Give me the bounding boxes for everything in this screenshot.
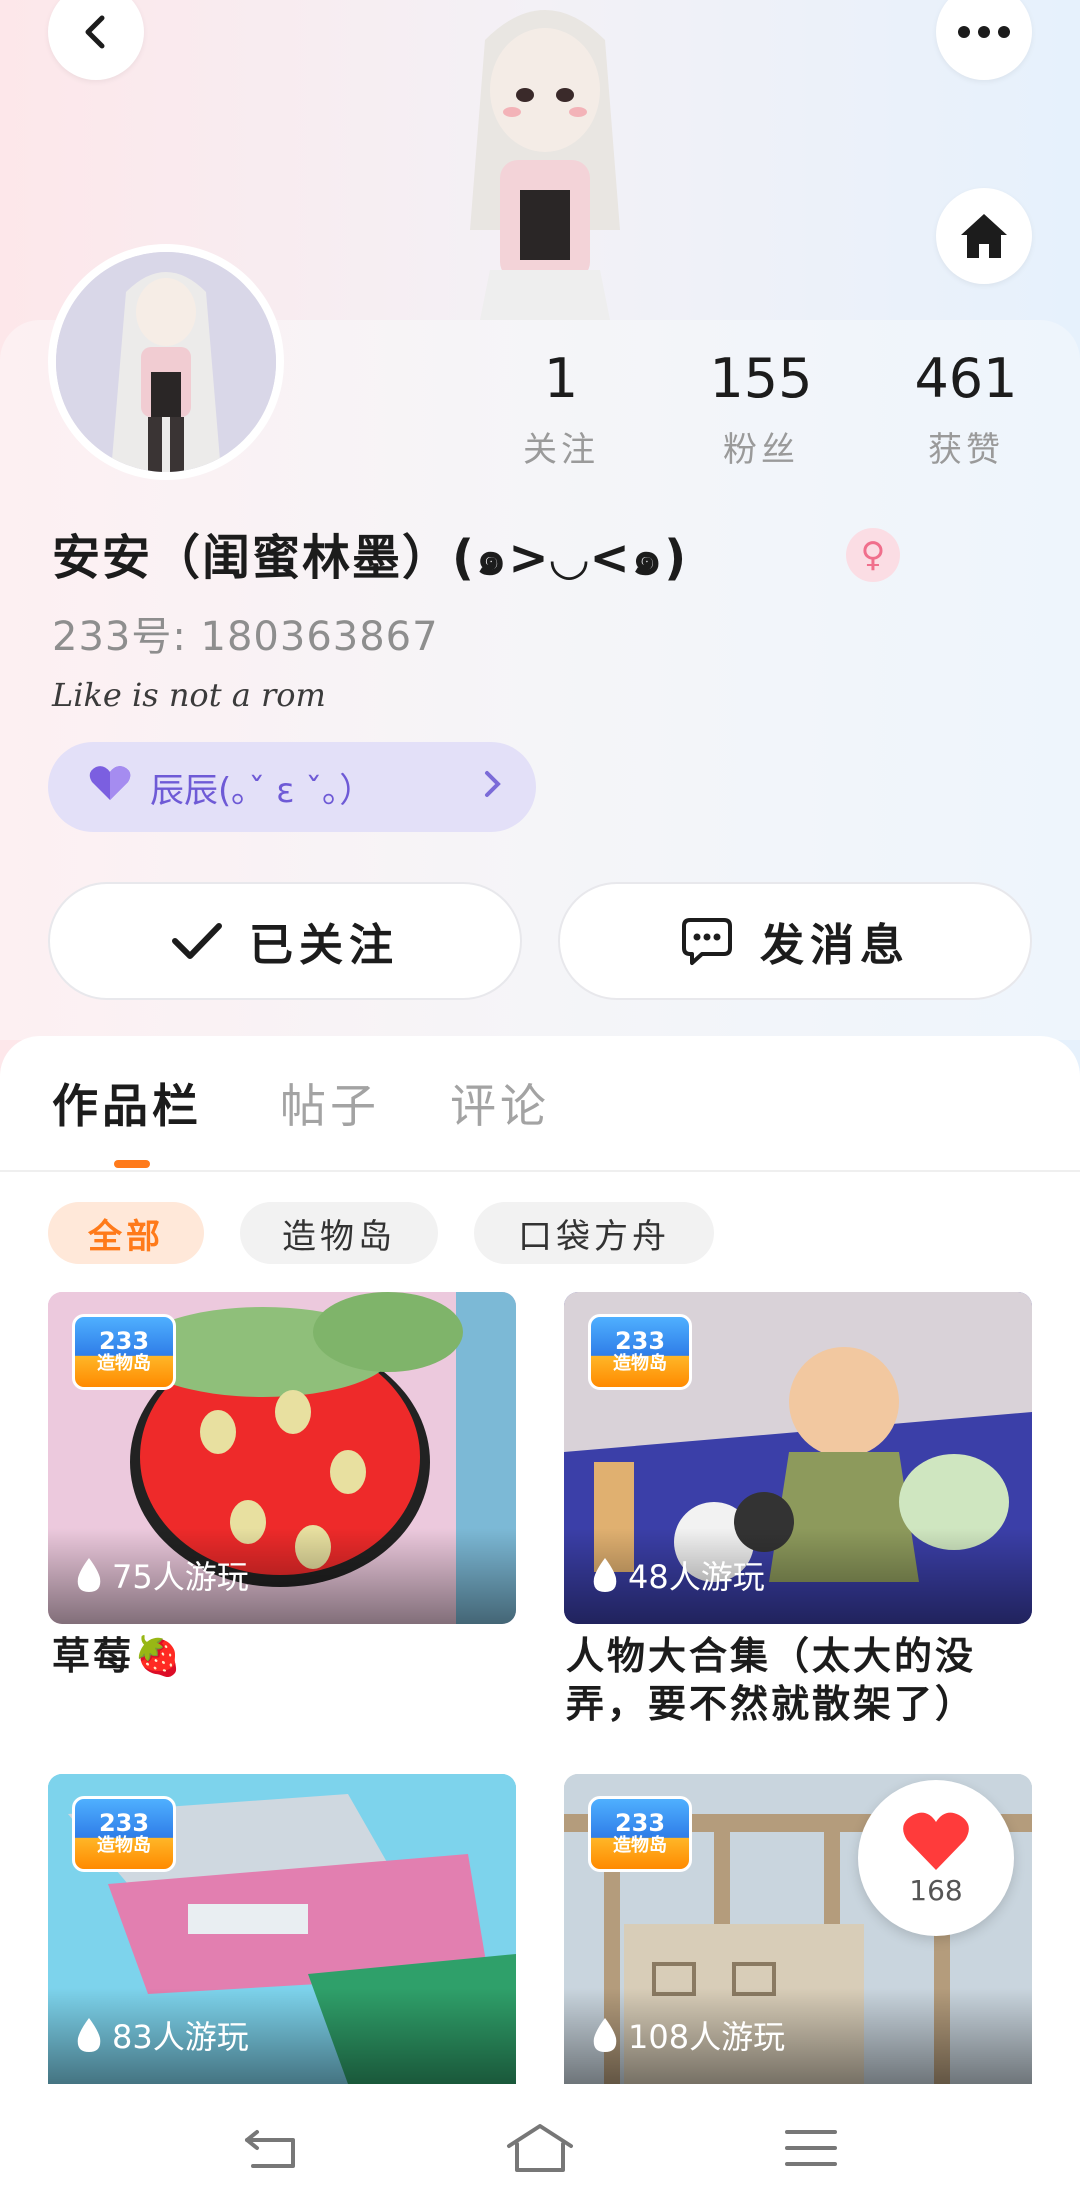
work-title[interactable]: 人物大合集（太大的没弄，要不然就散架了） xyxy=(566,1632,1036,1728)
gender-female-icon: ♀ xyxy=(846,528,900,582)
chevron-right-icon xyxy=(484,767,502,807)
filter-chip-all[interactable]: 全部 xyxy=(48,1202,204,1264)
avatar-image xyxy=(56,252,276,472)
user-id: 233号: 180363867 xyxy=(52,614,439,660)
send-message-button[interactable]: 发消息 xyxy=(558,882,1032,1000)
work-card[interactable]: 233 造物岛 75人游玩 xyxy=(48,1292,516,1624)
check-icon xyxy=(171,921,223,961)
233-island-logo: 233 造物岛 xyxy=(72,1314,176,1390)
signature: Like is not a rom xyxy=(52,676,326,714)
stat-fans[interactable]: 155 粉丝 xyxy=(681,352,841,471)
work-card[interactable]: 233 造物岛 83人游玩 xyxy=(48,1774,516,2084)
send-message-label: 发消息 xyxy=(760,920,910,971)
more-dots-icon xyxy=(958,26,1010,38)
tab-active-indicator xyxy=(114,1160,150,1168)
back-arrow-icon xyxy=(245,2130,295,2168)
heart-icon xyxy=(903,1812,969,1870)
flame-icon xyxy=(74,1556,104,1594)
home-icon xyxy=(961,214,1007,258)
cp-relation-pill[interactable]: 辰辰(｡ˇ ε ˇ｡） xyxy=(48,742,536,832)
233-island-logo: 233 造物岛 xyxy=(588,1314,692,1390)
work-card[interactable]: 233 造物岛 48人游玩 xyxy=(564,1292,1032,1624)
system-menu-button[interactable] xyxy=(776,2118,846,2178)
likes-count: 461 xyxy=(914,347,1018,410)
home-button[interactable] xyxy=(936,188,1032,284)
like-count: 168 xyxy=(909,1873,963,1907)
fans-count: 155 xyxy=(709,347,813,410)
chevron-left-icon xyxy=(85,15,105,49)
likes-label: 获赞 xyxy=(928,430,1004,470)
filter-chip-island[interactable]: 造物岛 xyxy=(240,1202,438,1264)
play-count: 83人游玩 xyxy=(74,2012,249,2058)
chat-bubble-icon xyxy=(680,916,734,966)
avatar[interactable] xyxy=(48,244,284,480)
following-label: 关注 xyxy=(523,430,599,470)
tab-posts[interactable]: 帖子 xyxy=(280,1070,380,1136)
system-back-button[interactable] xyxy=(236,2118,306,2178)
work-title[interactable]: 草莓🍓 xyxy=(52,1632,512,1680)
tab-divider xyxy=(0,1170,1080,1172)
stat-following[interactable]: 1 关注 xyxy=(481,352,641,471)
home-outline-icon xyxy=(507,2124,573,2172)
stat-likes[interactable]: 461 获赞 xyxy=(886,352,1046,471)
nickname: 安安（闺蜜林墨）(๑>◡<๑) xyxy=(52,530,689,586)
fans-label: 粉丝 xyxy=(723,430,799,470)
followed-label: 已关注 xyxy=(249,920,399,971)
233-island-logo: 233 造物岛 xyxy=(588,1796,692,1872)
flame-icon xyxy=(590,1556,620,1594)
heart-icon xyxy=(88,764,132,811)
flame-icon xyxy=(74,2016,104,2054)
play-count: 75人游玩 xyxy=(74,1552,249,1598)
more-options-button[interactable] xyxy=(936,0,1032,80)
play-count: 48人游玩 xyxy=(590,1552,765,1598)
tab-works[interactable]: 作品栏 xyxy=(52,1070,202,1136)
menu-lines-icon xyxy=(785,2130,837,2166)
system-home-button[interactable] xyxy=(505,2118,575,2178)
play-count: 108人游玩 xyxy=(590,2012,785,2058)
back-button[interactable] xyxy=(48,0,144,80)
tab-comments[interactable]: 评论 xyxy=(450,1070,550,1136)
followed-button[interactable]: 已关注 xyxy=(48,882,522,1000)
cp-name: 辰辰(｡ˇ ε ˇ｡） xyxy=(150,770,374,811)
filter-chip-pocket-ark[interactable]: 口袋方舟 xyxy=(474,1202,714,1264)
following-count: 1 xyxy=(543,347,579,410)
floating-like-button[interactable]: 168 xyxy=(858,1780,1014,1936)
flame-icon xyxy=(590,2016,620,2054)
233-island-logo: 233 造物岛 xyxy=(72,1796,176,1872)
character-banner-image xyxy=(470,10,620,320)
